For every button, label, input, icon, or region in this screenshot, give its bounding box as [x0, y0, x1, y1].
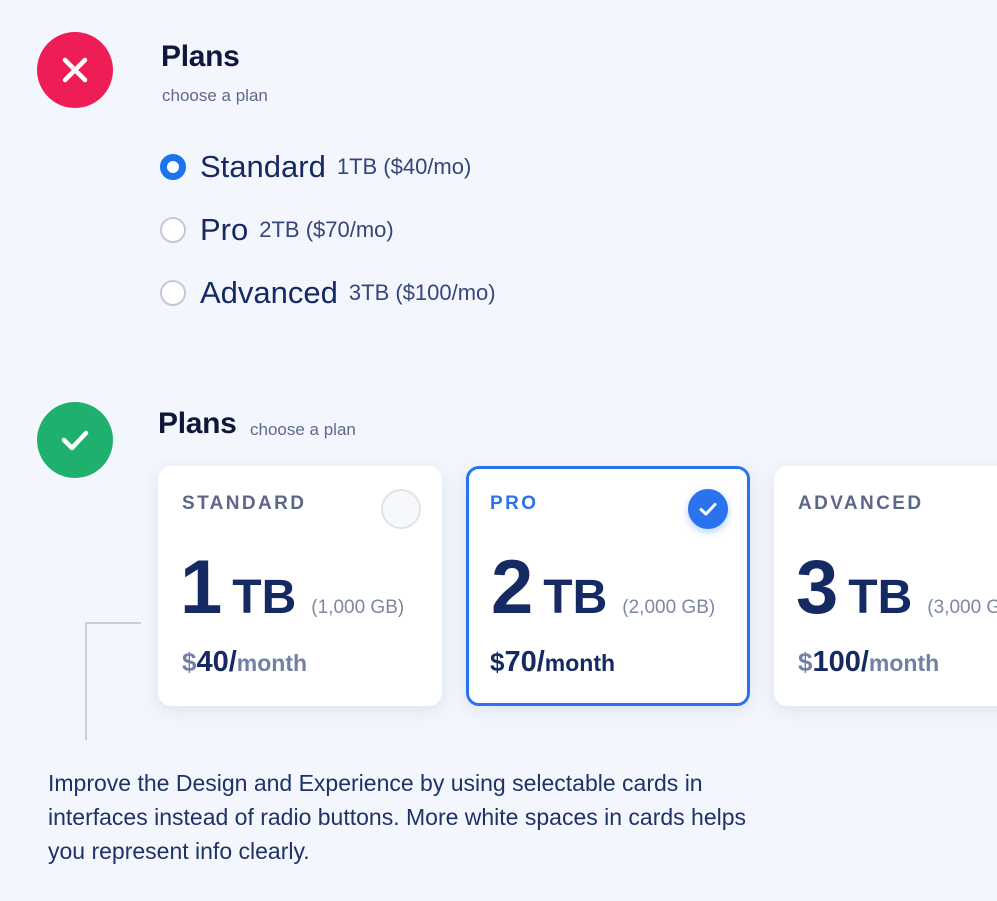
plan-radio-group: Standard 1TB ($40/mo) Pro 2TB ($70/mo) A… [160, 148, 496, 337]
storage-unit: TB [232, 571, 297, 624]
card-storage: 1 TB (1,000 GB) [180, 550, 404, 626]
card-storage: 2 TB (2,000 GB) [491, 550, 715, 626]
radio-option-standard[interactable]: Standard 1TB ($40/mo) [160, 148, 496, 186]
caption-text: Improve the Design and Experience by usi… [48, 770, 747, 864]
storage-gb: (1,000 GB) [311, 597, 405, 618]
radio-button[interactable] [160, 154, 186, 180]
cards-title: Plans [158, 407, 237, 440]
page: Plans choose a plan Standard 1TB ($40/mo… [0, 0, 997, 901]
price-amount: 40/ [196, 646, 237, 678]
price-period: month [868, 650, 940, 676]
card-price: $100/month [798, 646, 939, 679]
card-storage: 3 TB (3,000 GB) [796, 550, 997, 626]
storage-unit: TB [848, 571, 913, 624]
price-currency: $ [182, 647, 197, 677]
price-currency: $ [798, 647, 813, 677]
page-subtitle: choose a plan [162, 86, 268, 105]
close-icon [37, 32, 113, 108]
radio-option-pro[interactable]: Pro 2TB ($70/mo) [160, 211, 496, 249]
plan-card-advanced[interactable]: ADVANCED 3 TB (3,000 GB) $100/month [774, 466, 997, 706]
radio-button[interactable] [160, 217, 186, 243]
plan-card-standard[interactable]: STANDARD 1 TB (1,000 GB) $40/month [158, 466, 442, 706]
radio-option-advanced[interactable]: Advanced 3TB ($100/mo) [160, 274, 496, 312]
price-amount: 70/ [504, 646, 545, 678]
storage-number: 3 [796, 545, 839, 630]
card-select-indicator[interactable] [381, 489, 421, 529]
radio-button[interactable] [160, 280, 186, 306]
price-period: month [544, 650, 616, 676]
cards-subtitle: choose a plan [250, 420, 356, 439]
storage-gb: (2,000 GB) [622, 597, 716, 618]
option-name: Pro [200, 212, 249, 247]
option-name: Advanced [200, 275, 338, 310]
card-price: $40/month [182, 646, 307, 679]
card-name: PRO [490, 493, 539, 514]
option-detail: 2TB ($70/mo) [259, 217, 394, 242]
storage-gb: (3,000 GB) [927, 597, 997, 618]
price-amount: 100/ [812, 646, 869, 678]
option-detail: 3TB ($100/mo) [348, 280, 496, 305]
check-icon [37, 402, 113, 478]
check-icon[interactable] [688, 489, 728, 529]
card-price: $70/month [490, 646, 615, 679]
option-name: Standard [200, 149, 326, 184]
option-detail: 1TB ($40/mo) [336, 154, 472, 179]
page-title: Plans [161, 40, 240, 73]
card-name: STANDARD [182, 493, 307, 514]
price-currency: $ [490, 647, 505, 677]
connector-line [85, 622, 141, 740]
storage-unit: TB [543, 571, 608, 624]
storage-number: 2 [491, 545, 534, 630]
plan-card-pro[interactable]: PRO 2 TB (2,000 GB) $70/month [466, 466, 750, 706]
storage-number: 1 [180, 545, 223, 630]
card-name: ADVANCED [798, 493, 924, 514]
price-period: month [236, 650, 308, 676]
